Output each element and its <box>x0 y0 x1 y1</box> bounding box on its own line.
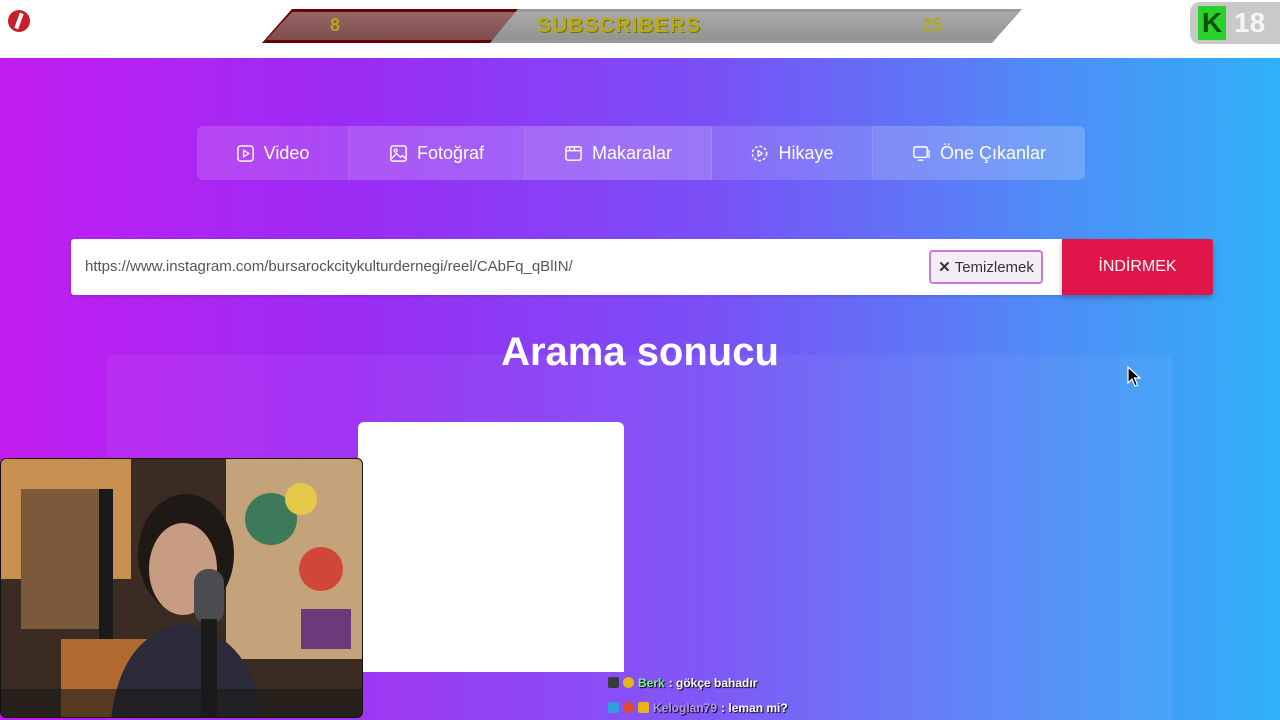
tab-label: Makaralar <box>591 142 673 163</box>
kick-logo-icon: K <box>1198 6 1226 40</box>
webcam-overlay <box>0 458 363 718</box>
chat-message: Keloglan79 : leman mi? <box>608 695 938 720</box>
chat-message: Berk : gökçe bahadır <box>608 670 938 695</box>
tab-reels[interactable]: Makaralar <box>525 126 712 180</box>
story-icon <box>752 145 768 161</box>
tab-label: Öne Çıkanlar <box>939 142 1047 163</box>
tab-highlights[interactable]: Öne Çıkanlar <box>873 126 1085 180</box>
clear-button[interactable]: ✕ Temizlemek <box>929 250 1043 284</box>
chat-text: : leman mi? <box>721 700 788 715</box>
crown-badge-icon <box>638 702 649 713</box>
chat-username: Berk <box>638 675 665 690</box>
reels-icon <box>565 145 582 161</box>
play-icon <box>236 144 254 162</box>
kick-count: 18 <box>1234 7 1266 38</box>
subscriber-goal-bar: 8 SUBSCRIBERS 25 <box>262 9 1022 43</box>
stream-overlay-bar: 8 SUBSCRIBERS 25 K 18 <box>0 0 1280 58</box>
kick-badge: K 18 <box>1190 2 1280 44</box>
subscribers-goal: 25 <box>922 15 943 35</box>
url-input[interactable]: https://www.instagram.com/bursarockcityk… <box>85 258 573 275</box>
tab-photo[interactable]: Fotoğraf <box>349 126 525 180</box>
clear-label: Temizlemek <box>954 258 1034 276</box>
tab-label: Fotoğraf <box>416 142 485 163</box>
tab-video[interactable]: Video <box>197 126 349 180</box>
close-icon: ✕ <box>938 259 951 276</box>
cursor-badge-icon <box>608 677 619 688</box>
streamer-video <box>1 459 362 717</box>
chat-overlay: Berk : gökçe bahadır Keloglan79 : leman … <box>608 670 938 720</box>
tab-label: Video <box>263 142 310 163</box>
subscribers-label: SUBSCRIBERS <box>537 14 701 37</box>
media-type-tabs: Video Fotoğraf Makaralar Hikaye Öne Çıka… <box>197 126 1085 180</box>
chat-username: Keloglan79 <box>653 700 718 715</box>
subscribers-current: 8 <box>330 15 341 35</box>
mouse-cursor-icon <box>1127 366 1141 387</box>
brand-logo-icon <box>8 10 30 32</box>
tab-story[interactable]: Hikaye <box>712 126 873 180</box>
download-button[interactable]: İNDİRMEK <box>1062 239 1213 295</box>
diamond-badge-icon <box>608 702 619 713</box>
fire-badge-icon <box>623 702 634 713</box>
tab-label: Hikaye <box>778 142 834 163</box>
result-card[interactable] <box>358 422 624 672</box>
chat-text: : gökçe bahadır <box>668 675 758 690</box>
results-title: Arama sonucu <box>501 330 779 374</box>
coin-badge-icon <box>623 677 634 688</box>
highlights-icon <box>913 145 930 161</box>
url-input-group: https://www.instagram.com/bursarockcityk… <box>71 239 1063 295</box>
image-icon <box>390 144 407 162</box>
